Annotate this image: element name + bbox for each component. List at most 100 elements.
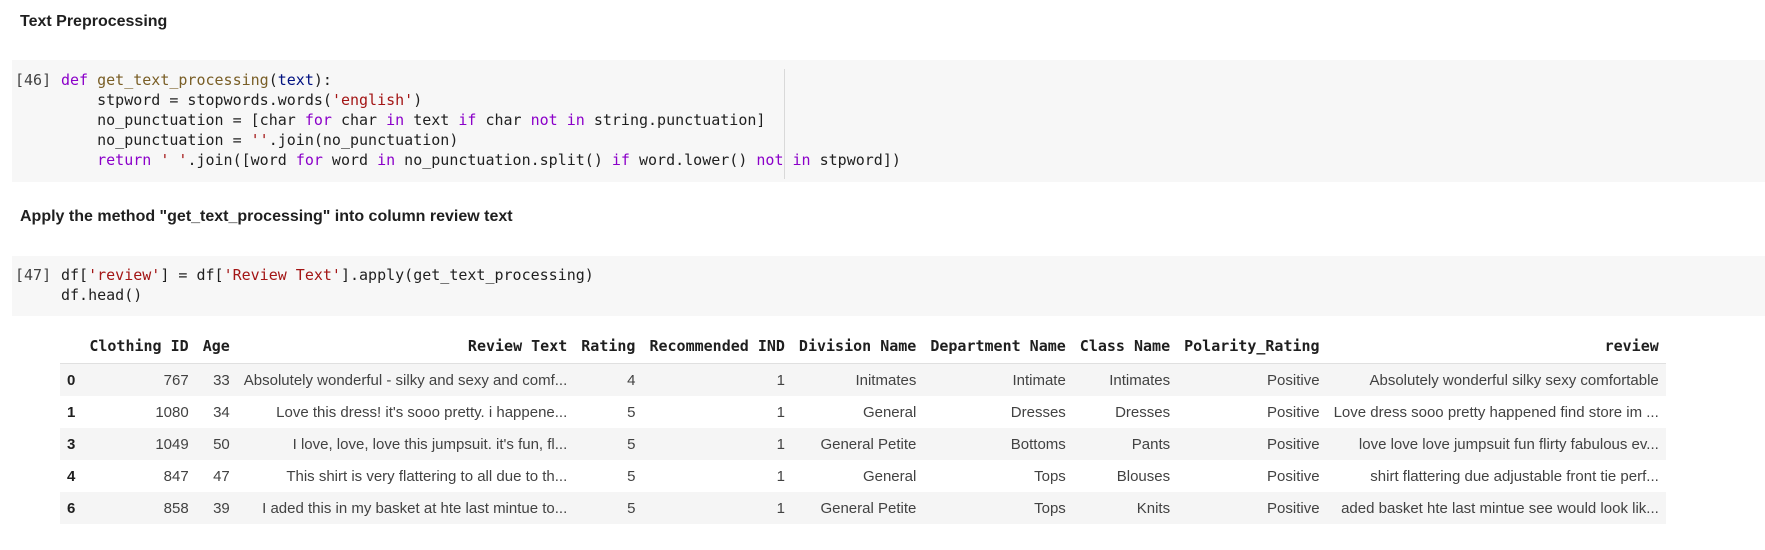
table-cell: 34 [213, 403, 230, 421]
code-token: if [458, 111, 477, 129]
table-cell: Positive [1267, 499, 1320, 517]
row-index: 0 [67, 371, 76, 389]
code-token: char [331, 111, 387, 129]
code-token: ( [268, 71, 278, 89]
code-token: df.head() [61, 286, 143, 304]
column-header: Division Name [798, 337, 917, 355]
code-token: 'english' [331, 91, 414, 109]
table-cell: 1 [776, 435, 785, 453]
code-line[interactable]: def get_text_processing(text): [61, 70, 901, 90]
section-heading-apply-method: Apply the method "get_text_processing" i… [20, 208, 513, 225]
code-token: text [277, 71, 314, 89]
table-cell: This shirt is very flattering to all due… [286, 467, 568, 485]
table-cell: 5 [627, 435, 636, 453]
table-cell: 847 [163, 467, 189, 485]
code-token: ] = df[ [160, 266, 224, 284]
table-cell: 1080 [155, 403, 189, 421]
table-cell: Dresses [1115, 403, 1171, 421]
ruler-line [784, 69, 785, 179]
table-cell: 1049 [155, 435, 189, 453]
code-token: ].apply(get_text_processing) [340, 266, 594, 284]
code-token: in [377, 151, 396, 169]
column-header: Clothing ID [89, 337, 189, 355]
code-token: return [97, 151, 152, 169]
code-token: 'Review Text' [223, 266, 341, 284]
table-cell: love love love jumpsuit fun flirty fabul… [1358, 435, 1659, 453]
table-row: 6 858 39 I aded this in my basket at hte la… [60, 492, 1666, 524]
column-header [60, 329, 82, 364]
execution-count: [47] [15, 266, 52, 284]
code-token: for [295, 151, 323, 169]
code-line[interactable]: no_punctuation = ''.join(no_punctuation) [61, 130, 901, 150]
table-cell: General [862, 403, 917, 421]
code-cell-47[interactable]: [47] df['review'] = df['Review Text'].ap… [12, 256, 1765, 316]
table-cell: Positive [1267, 467, 1320, 485]
table-row: 0 767 33 Absolutely wonderful - silky and s… [60, 363, 1666, 396]
dataframe-output: Clothing ID Age Review Text Rating Recommend… [60, 329, 1666, 524]
code-token: df[ [61, 266, 89, 284]
code-token: word [322, 151, 378, 169]
table-cell: aded basket hte last mintue see would lo… [1341, 499, 1659, 517]
table-cell: Love this dress! it's sooo pretty. i hap… [276, 403, 568, 421]
table-cell: 1 [776, 499, 785, 517]
table-row: 4 847 47 This shirt is very flattering to a… [60, 460, 1666, 492]
table-cell: 858 [163, 499, 189, 517]
table-cell: Tops [1034, 499, 1066, 517]
table-cell: I aded this in my basket at hte last min… [262, 499, 568, 517]
table-cell: Blouses [1116, 467, 1171, 485]
code-token: stpword]) [810, 151, 901, 169]
code-token: no_punctuation = [char [61, 111, 305, 129]
code-line[interactable]: df.head() [61, 285, 594, 305]
table-cell: Positive [1267, 435, 1320, 453]
code-line[interactable]: no_punctuation = [char for char in text … [61, 110, 901, 130]
table-cell: General [862, 467, 917, 485]
code-line[interactable]: return ' '.join([word for word in no_pun… [61, 150, 901, 170]
table-cell: Bottoms [1010, 435, 1066, 453]
code-token: .join(no_punctuation) [268, 131, 459, 149]
table-cell: 767 [163, 371, 189, 389]
code-token: in [792, 151, 811, 169]
code-token: for [304, 111, 332, 129]
code-token: not [530, 111, 558, 129]
table-cell: Initmates [855, 371, 917, 389]
code-token: not [756, 151, 784, 169]
section-heading-text-preprocessing: Text Preprocessing [20, 13, 168, 30]
code-editor[interactable]: df['review'] = df['Review Text'].apply(g… [61, 265, 594, 305]
table-cell: 5 [627, 467, 636, 485]
code-token: if [611, 151, 630, 169]
table-cell: I love, love, love this jumpsuit. it's f… [292, 435, 568, 453]
table-cell: General Petite [820, 435, 917, 453]
table-cell: 47 [213, 467, 230, 485]
table-cell: Tops [1034, 467, 1066, 485]
code-token: 'review' [88, 266, 161, 284]
table-cell: Intimates [1109, 371, 1171, 389]
code-editor[interactable]: def get_text_processing(text): stpword =… [61, 70, 901, 170]
column-header: Age [202, 337, 230, 355]
table-cell: General Petite [820, 499, 917, 517]
table-cell: Love dress sooo pretty happened find sto… [1333, 403, 1659, 421]
column-header: Recommended IND [649, 337, 785, 355]
column-header: Review Text [467, 337, 568, 355]
table-cell: Positive [1267, 371, 1320, 389]
code-token: string.punctuation] [584, 111, 766, 129]
code-token: ' ' [160, 151, 188, 169]
code-cell-46[interactable]: [46] def get_text_processing(text): stpw… [12, 60, 1765, 182]
table-cell: 1 [776, 467, 785, 485]
code-token: char [476, 111, 531, 129]
code-token: get_text_processing [97, 71, 269, 89]
table-cell: 4 [627, 371, 636, 389]
code-line[interactable]: stpword = stopwords.words('english') [61, 90, 901, 110]
row-index: 4 [67, 467, 76, 485]
column-header: Class Name [1079, 337, 1171, 355]
code-token: def [61, 71, 89, 89]
table-cell: 5 [627, 499, 636, 517]
code-line[interactable]: df['review'] = df['Review Text'].apply(g… [61, 265, 594, 285]
table-cell: shirt flattering due adjustable front ti… [1370, 467, 1659, 485]
table-cell: 5 [627, 403, 636, 421]
table-cell: Positive [1267, 403, 1320, 421]
table-header-row: Clothing ID Age Review Text Rating Recommend… [60, 329, 1666, 364]
